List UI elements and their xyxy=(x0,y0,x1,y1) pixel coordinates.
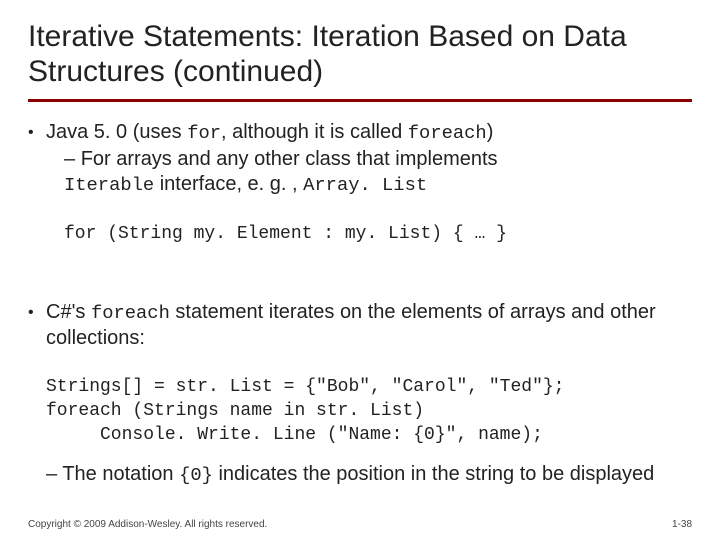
cs-text-pre: C#'s xyxy=(46,301,91,323)
java-subline: For arrays and any other class that impl… xyxy=(46,147,692,197)
note-post: indicates the position in the string to … xyxy=(213,463,654,485)
bullet-item-csharp: C#'s foreach statement iterates on the e… xyxy=(28,300,692,487)
java-text-pre: Java 5. 0 (uses xyxy=(46,121,187,143)
bullet-item-java: Java 5. 0 (uses for, although it is call… xyxy=(28,120,692,246)
page-number: 1-38 xyxy=(672,519,692,530)
java-sub-mid: interface, e. g. , xyxy=(154,173,303,195)
code-iterable: Iterable xyxy=(64,174,154,196)
copyright-text: Copyright © 2009 Addison-Wesley. All rig… xyxy=(28,519,267,530)
title-divider xyxy=(28,99,692,102)
bullet-list: Java 5. 0 (uses for, although it is call… xyxy=(28,120,692,487)
java-text-mid: , although it is called xyxy=(221,121,408,143)
csharp-code-block: Strings[] = str. List = {"Bob", "Carol",… xyxy=(46,375,692,448)
slide: Iterative Statements: Iteration Based on… xyxy=(0,0,720,540)
csharp-note: The notation {0} indicates the position … xyxy=(46,462,692,487)
note-pre: The notation xyxy=(62,463,179,485)
code-foreach-cs: foreach xyxy=(91,302,170,324)
java-code-block: for (String my. Element : my. List) { … … xyxy=(64,222,692,246)
code-for: for xyxy=(187,122,221,144)
dash-prefix xyxy=(64,148,81,170)
slide-title: Iterative Statements: Iteration Based on… xyxy=(28,20,692,89)
java-sub-pre: For arrays and any other class that impl… xyxy=(81,148,498,170)
note-code: {0} xyxy=(179,464,213,486)
java-text-post: ) xyxy=(487,121,494,143)
code-foreach: foreach xyxy=(408,122,487,144)
slide-body: Java 5. 0 (uses for, although it is call… xyxy=(28,120,692,487)
slide-footer: Copyright © 2009 Addison-Wesley. All rig… xyxy=(28,519,692,530)
code-arraylist: Array. List xyxy=(303,174,427,196)
